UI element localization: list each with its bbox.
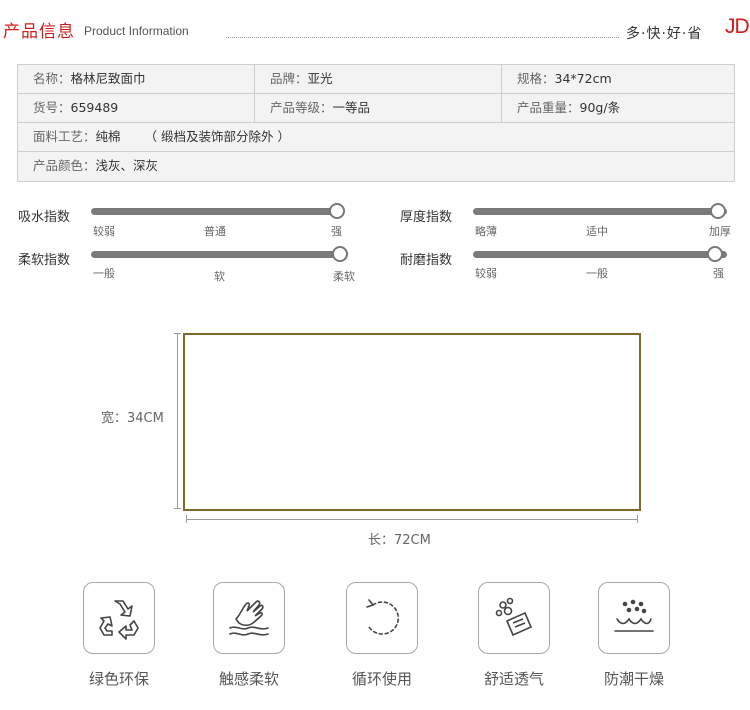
info-row: 名称：格林尼致面巾 品牌：亚光 规格：34*72cm xyxy=(18,65,734,94)
recycle-icon xyxy=(83,582,155,654)
index-name: 耐磨指数 xyxy=(400,253,453,268)
feature-label: 舒适透气 xyxy=(483,670,544,688)
feature-label: 绿色环保 xyxy=(88,670,149,688)
index-track xyxy=(473,208,727,215)
info-row-color: 产品颜色：浅灰、深灰 xyxy=(18,152,734,181)
index-tick: 略薄 xyxy=(475,225,497,238)
info-cell-sku: 货号：659489 xyxy=(33,100,119,115)
index-track xyxy=(91,251,348,258)
length-dimension-line xyxy=(186,519,638,520)
info-row: 货号：659489 产品等级：一等品 产品重量：90g/条 xyxy=(18,94,734,123)
index-track xyxy=(91,208,345,215)
header-divider xyxy=(226,37,619,38)
info-cell-grade: 产品等级：一等品 xyxy=(254,94,501,122)
index-tick: 一般 xyxy=(586,267,608,280)
index-knob xyxy=(329,203,345,219)
info-cell-name: 名称：格林尼致面巾 xyxy=(33,71,146,86)
length-dimension-cap xyxy=(186,515,187,523)
index-tick: 强 xyxy=(331,225,342,238)
index-knob xyxy=(332,246,348,262)
breathable-icon xyxy=(478,582,550,654)
info-cell-color: 产品颜色：浅灰、深灰 xyxy=(33,158,159,173)
index-tick: 较弱 xyxy=(475,267,497,280)
info-cell-weight: 产品重量：90g/条 xyxy=(501,94,734,122)
hand-touch-icon xyxy=(213,582,285,654)
moisture-proof-icon xyxy=(598,582,670,654)
index-tick: 柔软 xyxy=(333,270,355,283)
info-cell-spec: 规格：34*72cm xyxy=(501,65,734,93)
info-cell-brand: 品牌：亚光 xyxy=(254,65,501,93)
index-tick: 适中 xyxy=(586,225,608,238)
length-label: 长：72CM xyxy=(368,533,431,548)
width-dimension-cap xyxy=(174,333,181,334)
index-knob xyxy=(710,203,726,219)
index-tick: 强 xyxy=(713,267,724,280)
length-dimension-cap xyxy=(637,515,638,523)
feature-label: 触感柔软 xyxy=(218,670,279,688)
index-knob xyxy=(707,246,723,262)
index-tick: 加厚 xyxy=(709,225,731,238)
index-tick: 较弱 xyxy=(93,225,115,238)
index-track xyxy=(473,251,727,258)
index-tick: 一般 xyxy=(93,267,115,280)
info-cell-material: 面料工艺：纯棉（ 缎档及装饰部分除外 ） xyxy=(33,129,290,144)
index-tick: 普通 xyxy=(204,225,226,238)
section-title: 产品信息 xyxy=(3,22,75,42)
feature-label: 防潮干燥 xyxy=(603,670,664,688)
index-name: 吸水指数 xyxy=(18,210,71,225)
brand-slogan: 多·快·好·省 xyxy=(626,26,703,42)
index-name: 柔软指数 xyxy=(18,253,71,268)
product-info-table: 名称：格林尼致面巾 品牌：亚光 规格：34*72cm 货号：659489 产品等… xyxy=(17,64,735,182)
jd-logo: JD xyxy=(725,15,750,38)
towel-outline xyxy=(183,333,641,511)
width-dimension-line xyxy=(177,333,178,509)
feature-label: 循环使用 xyxy=(351,670,412,688)
index-tick: 软 xyxy=(214,270,225,283)
section-subtitle: Product Information xyxy=(84,24,189,38)
width-dimension-cap xyxy=(174,508,181,509)
info-row-material: 面料工艺：纯棉（ 缎档及装饰部分除外 ） xyxy=(18,123,734,152)
width-label: 宽：34CM xyxy=(101,411,164,426)
cycle-arrow-icon xyxy=(346,582,418,654)
index-name: 厚度指数 xyxy=(400,210,453,225)
